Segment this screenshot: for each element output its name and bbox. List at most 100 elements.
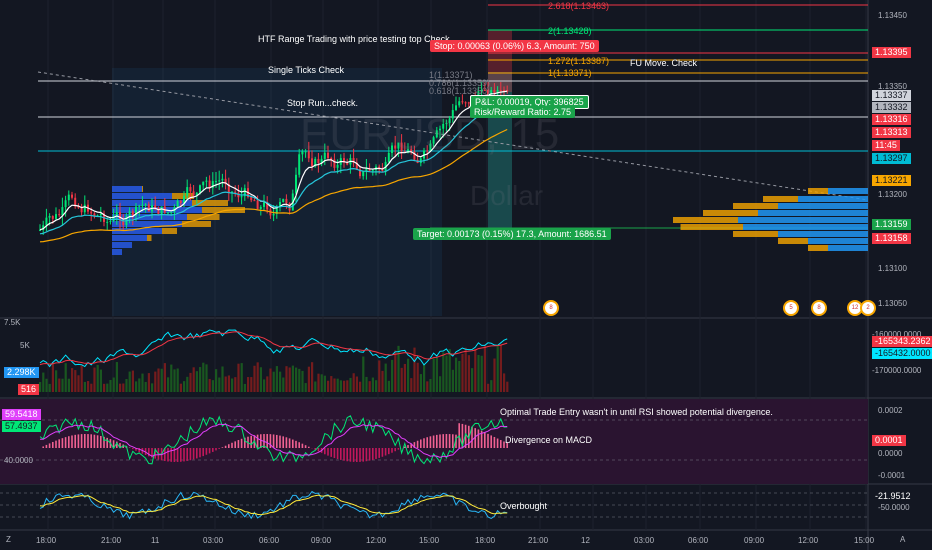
corner-left-button[interactable]: Z: [6, 535, 11, 544]
osc-label: -21.9512: [872, 491, 914, 502]
candle-body: [458, 101, 461, 106]
macd-histogram-bar: [445, 434, 448, 448]
volume-bar: [154, 371, 157, 392]
macd-histogram-bar: [432, 435, 435, 448]
event-flag-icon[interactable]: 8: [543, 300, 559, 316]
volume-bar: [243, 383, 246, 392]
volume-bar: [58, 378, 61, 392]
fib-level-2[interactable]: 2(1.13428): [545, 26, 595, 37]
macd-histogram-bar: [199, 448, 201, 458]
macd-histogram-bar: [477, 429, 480, 448]
price-axis-label: 11:45: [872, 140, 900, 151]
macd-histogram-bar: [68, 436, 70, 448]
divergence-annotation[interactable]: Divergence on MACD: [505, 435, 592, 445]
single-ticks-annotation[interactable]: Single Ticks Check: [268, 65, 344, 75]
event-flag-icon[interactable]: 8: [811, 300, 827, 316]
volume-bar: [61, 378, 64, 392]
rr-label[interactable]: Risk/Reward Ratio: 2.75: [470, 106, 576, 118]
volume-bar: [90, 383, 93, 392]
fib-level-1[interactable]: 1(1.13371): [545, 68, 595, 79]
time-tick: 09:00: [744, 536, 765, 545]
macd-histogram-bar: [52, 441, 54, 448]
macd-histogram-bar: [231, 442, 233, 448]
volume-profile-bar: [112, 242, 132, 248]
macd-histogram-bar: [276, 434, 278, 448]
volume-bar: [138, 378, 141, 392]
volume-bar: [419, 374, 422, 392]
volume-profile-bar: [112, 235, 147, 241]
volume-bar: [208, 378, 211, 392]
macd-histogram-bar: [176, 448, 179, 462]
volume-bar: [231, 378, 234, 392]
volume-bar: [224, 376, 227, 392]
macd-histogram-bar: [208, 448, 211, 454]
volume-bar: [464, 347, 467, 392]
fib-level-2618[interactable]: 2.618(1.13463): [545, 1, 612, 12]
volume-bar: [397, 345, 400, 392]
macd-histogram-bar: [100, 435, 102, 448]
macd-histogram-bar: [349, 448, 352, 462]
macd-histogram-bar: [493, 436, 496, 448]
volume-bar: [256, 362, 259, 392]
fib-level-1272[interactable]: 1.272(1.13387): [545, 56, 612, 67]
time-tick: 18:00: [36, 536, 57, 545]
price-axis-label: 1.13159: [872, 219, 911, 230]
time-tick: 21:00: [528, 536, 549, 545]
stop-run-annotation[interactable]: Stop Run...check.: [287, 98, 358, 108]
ote-annotation[interactable]: Optimal Trade Entry wasn't in until RSI …: [500, 407, 773, 417]
volume-bar: [215, 369, 218, 392]
target-label[interactable]: Target: 0.00173 (0.15%) 17.3, Amount: 16…: [413, 228, 611, 240]
volume-bar: [74, 370, 77, 392]
volume-bar: [394, 350, 397, 392]
volume-bar: [183, 381, 186, 392]
volume-bar: [272, 371, 275, 392]
volume-bar: [176, 368, 179, 392]
volume-bar: [432, 358, 435, 392]
stop-label[interactable]: Stop: 0.00063 (0.06%) 6.3, Amount: 750: [430, 40, 599, 52]
event-flag-icon[interactable]: 2: [860, 300, 876, 316]
volume-bar: [211, 380, 214, 392]
volume-bar: [99, 369, 102, 392]
fu-move-annotation[interactable]: FU Move. Check: [630, 58, 697, 68]
macd-tick: 0.0000: [878, 449, 903, 458]
candle-body: [192, 191, 195, 196]
htf-annotation[interactable]: HTF Range Trading with price testing top…: [258, 34, 450, 44]
candle-body: [295, 174, 297, 194]
candle-body: [499, 90, 502, 91]
event-flag-icon[interactable]: 5: [783, 300, 799, 316]
macd-histogram-bar: [442, 434, 444, 448]
macd-histogram-bar: [317, 448, 320, 452]
candle-body: [218, 180, 221, 182]
volume-bar: [480, 355, 483, 392]
volume-bar: [151, 383, 154, 392]
overbought-annotation[interactable]: Overbought: [500, 501, 547, 511]
time-tick: 12:00: [798, 536, 819, 545]
macd-histogram-bar: [420, 439, 422, 448]
macd-histogram-bar: [500, 440, 502, 448]
macd-histogram-bar: [426, 437, 428, 448]
volume-bar: [496, 344, 499, 392]
oscillator-signal-line: [39, 494, 508, 516]
volume-bar: [371, 377, 374, 392]
candle-body: [253, 200, 256, 202]
volume-bar: [387, 380, 390, 392]
volume-bar: [483, 344, 486, 392]
volume-bar: [80, 365, 83, 392]
candle-body: [285, 198, 288, 204]
candle-body: [202, 181, 205, 186]
macd-histogram-bar: [55, 440, 57, 448]
volume-bar: [269, 368, 272, 392]
macd-histogram-bar: [224, 445, 227, 448]
volume-bar: [141, 373, 144, 392]
macd-histogram-bar: [77, 434, 80, 448]
macd-histogram-bar: [71, 435, 73, 448]
corner-auto-button[interactable]: A: [900, 535, 905, 544]
macd-histogram-bar: [397, 448, 400, 450]
macd-histogram-bar: [250, 435, 252, 448]
macd-histogram-bar: [96, 435, 99, 448]
volume-bar: [77, 375, 80, 392]
candle-body: [51, 216, 54, 219]
macd-label: 0.0001: [872, 435, 906, 446]
candle-body: [199, 185, 201, 193]
volume-tick: 7.5K: [4, 318, 21, 327]
